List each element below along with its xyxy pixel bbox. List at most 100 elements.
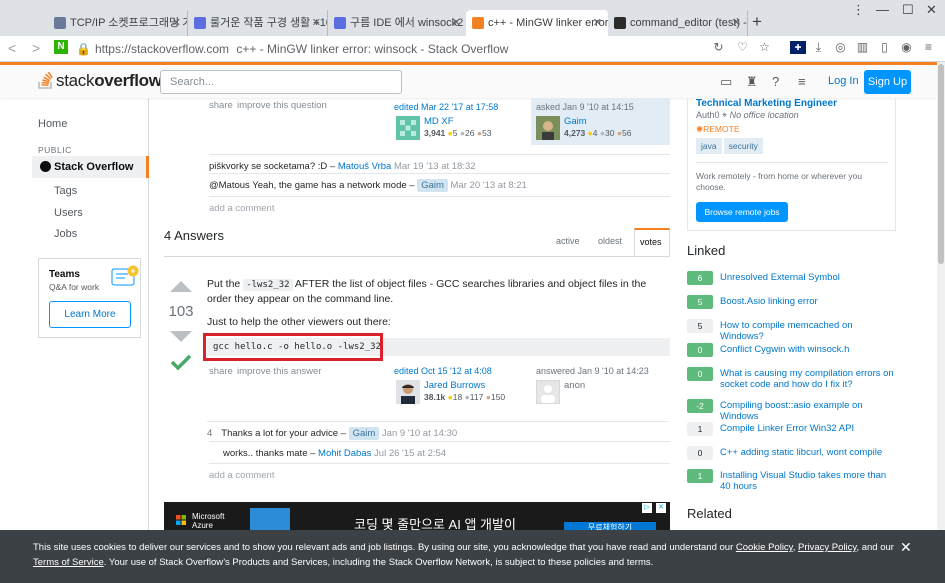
comment-user[interactable]: Mohit Dabas (318, 448, 371, 459)
share-answer-link[interactable]: share (209, 366, 233, 377)
help-icon[interactable]: ? (772, 74, 779, 89)
browser-tab[interactable]: 구름 IDE 에서 winsock2 사 ✕ (328, 10, 468, 36)
inbox-icon[interactable]: ▭ (720, 74, 732, 90)
user-avatar[interactable] (536, 116, 560, 140)
nav-tags[interactable]: Tags (54, 185, 77, 197)
share-question-link[interactable]: share (209, 100, 233, 111)
linked-title[interactable]: Compile Linker Error Win32 API (720, 423, 896, 434)
user-name[interactable]: MD XF (424, 116, 454, 127)
ad-info-icon[interactable]: ▷ (642, 503, 652, 513)
comment-time[interactable]: Mar 19 '13 at 18:32 (391, 161, 476, 172)
comment-user[interactable]: Matouš Vrba (338, 161, 392, 172)
menu-icon[interactable]: ≡ (922, 41, 935, 54)
linked-title[interactable]: C++ adding static libcurl, wont compile (720, 447, 896, 458)
login-link[interactable]: Log In (828, 75, 859, 87)
pocket-icon[interactable]: ♡ (736, 41, 749, 54)
page-favicon-icon (54, 17, 66, 29)
linked-title[interactable]: What is causing my compilation errors on… (720, 368, 896, 390)
minimize-icon[interactable]: — (876, 2, 889, 17)
ad-cta-button[interactable]: 무료체험하기 (564, 522, 656, 530)
linked-title[interactable]: Compiling boost::asio example on Windows (720, 400, 896, 422)
comment-time[interactable]: Mar 20 '13 at 8:21 (448, 180, 527, 191)
browser-tab[interactable]: TCP/IP 소켓프로그래밍 기초 ✕ (48, 10, 188, 36)
browse-remote-jobs-button[interactable]: Browse remote jobs (696, 202, 788, 222)
new-tab-button[interactable]: + (752, 12, 762, 32)
naver-icon[interactable]: N (54, 40, 68, 54)
cookie-policy-link[interactable]: Cookie Policy (736, 542, 793, 553)
job-tag[interactable]: security (723, 138, 763, 154)
tab-label: 룰거운 작품 구경 생활 +10 (210, 17, 328, 29)
menu-icon[interactable]: ⋮ (852, 2, 865, 18)
sort-tab-active[interactable]: active (556, 236, 580, 246)
scrollbar-thumb[interactable] (938, 64, 944, 264)
add-comment-link[interactable]: add a comment (209, 463, 670, 481)
improve-answer-link[interactable]: improve this answer (237, 366, 321, 377)
account-icon[interactable]: ◉ (900, 41, 913, 54)
close-tab-icon[interactable]: ✕ (172, 10, 181, 36)
linked-score: 0 (687, 446, 713, 460)
signup-button[interactable]: Sign Up (864, 70, 911, 94)
back-icon[interactable]: < (8, 40, 16, 56)
silver-count: 117 (469, 392, 484, 402)
close-banner-icon[interactable]: ✕ (900, 540, 912, 555)
nav-stack-overflow[interactable]: Stack Overflow (32, 156, 149, 178)
linked-title[interactable]: Conflict Cygwin with winsock.h (720, 344, 896, 355)
library-icon[interactable]: ▥ (856, 41, 869, 54)
comment-user[interactable]: Gaim (417, 179, 448, 192)
close-window-icon[interactable]: ✕ (926, 2, 937, 18)
gold-count: 5 (452, 128, 458, 138)
edited-time[interactable]: edited Mar 22 '17 at 17:58 (394, 102, 526, 112)
nav-home[interactable]: Home (38, 118, 67, 130)
upvote-arrow-icon[interactable] (170, 281, 192, 292)
job-tag[interactable]: java (696, 138, 722, 154)
close-tab-icon[interactable]: ✕ (593, 10, 602, 36)
ad-close-icon[interactable]: ✕ (656, 503, 666, 513)
linked-title[interactable]: Boost.Asio linking error (720, 296, 896, 307)
screenshot-icon[interactable]: ◎ (834, 41, 847, 54)
user-name[interactable]: Gaim (564, 116, 587, 127)
achievements-trophy-icon[interactable]: ♜ (746, 74, 758, 90)
comment-user[interactable]: Gaim (348, 427, 380, 440)
close-tab-icon[interactable]: ✕ (312, 10, 321, 36)
close-tab-icon[interactable]: ✕ (452, 10, 461, 36)
search-input[interactable]: Search... (160, 70, 402, 94)
job-company: Auth0 (696, 110, 720, 120)
advertisement-banner[interactable]: Microsoft Azure 코딩 몇 줄만으로 AI 앱 개발이 무료체험하… (164, 502, 670, 530)
url-field[interactable]: 🔒 https://stackoverflow.com c++ - MinGW l… (76, 42, 508, 56)
comment-time[interactable]: Jul 26 '15 at 2:54 (371, 448, 446, 459)
browser-tab[interactable]: 룰거운 작품 구경 생활 +10 ✕ (188, 10, 328, 36)
download-icon[interactable]: ⤓ (812, 41, 825, 54)
privacy-policy-link[interactable]: Privacy Policy (798, 542, 856, 553)
page-scrollbar[interactable] (937, 62, 945, 530)
improve-question-link[interactable]: improve this question (237, 100, 327, 111)
uk-flag-icon[interactable]: ✚ (790, 41, 806, 54)
user-name[interactable]: Jared Burrows (424, 380, 485, 391)
learn-more-button[interactable]: Learn More (49, 301, 131, 328)
linked-title[interactable]: How to compile memcached on Windows? (720, 320, 896, 342)
edited-time[interactable]: edited Oct 15 '12 at 4:08 (394, 366, 526, 376)
site-switcher-icon[interactable]: ≡ (798, 74, 806, 89)
browser-tab-active[interactable]: c++ - MinGW linker error ✕ (466, 10, 608, 36)
maximize-icon[interactable]: ☐ (902, 2, 914, 18)
linked-title[interactable]: Installing Visual Studio takes more than… (720, 470, 896, 492)
close-tab-icon[interactable]: ✕ (732, 10, 741, 36)
sort-tab-votes[interactable]: votes (634, 228, 670, 256)
downvote-arrow-icon[interactable] (170, 331, 192, 342)
stackoverflow-logo[interactable]: stackoverflow (38, 71, 162, 91)
forward-icon[interactable]: > (32, 40, 40, 56)
nav-users[interactable]: Users (54, 207, 83, 219)
user-avatar[interactable] (396, 380, 420, 404)
add-comment-link[interactable]: add a comment (209, 196, 670, 214)
job-listing-card[interactable]: Technical Marketing Engineer Auth0 ⌖ No … (687, 98, 896, 231)
sort-tab-oldest[interactable]: oldest (598, 236, 622, 246)
nav-jobs[interactable]: Jobs (54, 228, 77, 240)
terms-of-service-link[interactable]: Terms of Service (33, 557, 104, 568)
bookmark-star-icon[interactable]: ☆ (758, 41, 771, 54)
sidebar-icon[interactable]: ▯ (878, 41, 891, 54)
browser-tab[interactable]: command_editor (test) - 구 ✕ (608, 10, 748, 36)
user-avatar[interactable] (396, 116, 420, 140)
comment-time[interactable]: Jan 9 '10 at 14:30 (379, 428, 457, 439)
linked-title[interactable]: Unresolved External Symbol (720, 272, 896, 283)
job-title[interactable]: Technical Marketing Engineer (696, 98, 837, 109)
reload-icon[interactable]: ↻ (712, 41, 725, 54)
